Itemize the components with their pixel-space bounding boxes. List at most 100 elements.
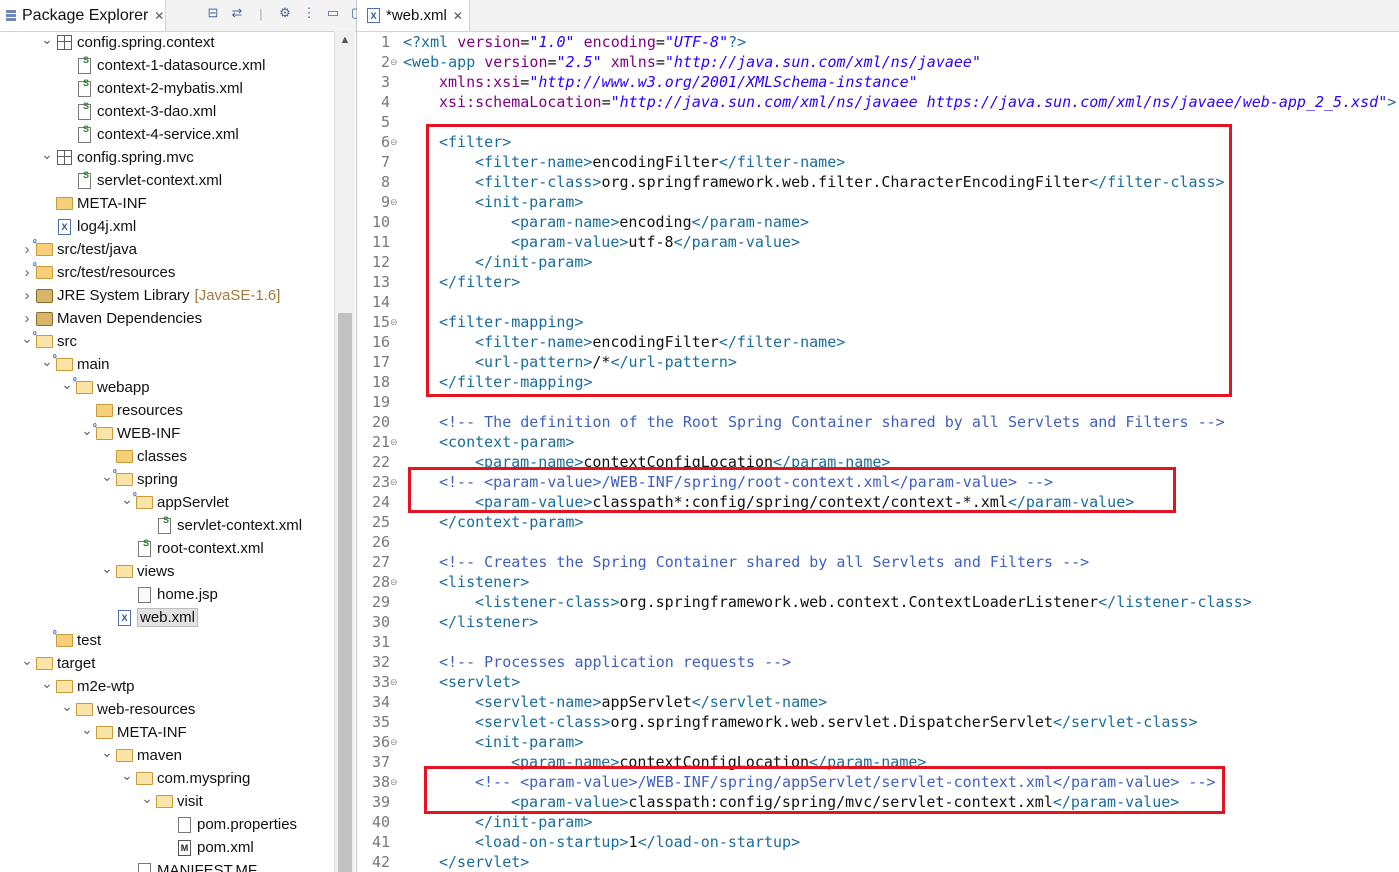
chevron-right-icon[interactable]: › — [20, 310, 34, 327]
tab-web-xml[interactable]: X *web.xml ✕ — [357, 0, 470, 31]
tree-item[interactable]: classes — [0, 445, 334, 468]
view-menu-icon[interactable]: ⋮ — [301, 5, 317, 21]
tree-item[interactable]: Sroot-context.xml — [0, 537, 334, 560]
tree-item[interactable]: ⁰ test — [0, 629, 334, 652]
close-icon[interactable]: ✕ — [453, 9, 463, 23]
code-line[interactable]: xmlns:xsi="http://www.w3.org/2001/XMLSch… — [439, 72, 918, 92]
fold-toggle-icon[interactable]: ⊖ — [390, 572, 399, 592]
code-line[interactable]: <load-on-startup>1</load-on-startup> — [475, 832, 800, 852]
code-line[interactable]: <?xml version="1.0" encoding="UTF-8"?> — [403, 32, 746, 52]
tree-item[interactable]: ⌄ com.myspring — [0, 767, 334, 790]
tree-item[interactable]: META-INF — [0, 192, 334, 215]
chevron-right-icon[interactable]: › — [20, 287, 34, 304]
code-line[interactable]: <listener-class>org.springframework.web.… — [475, 592, 1252, 612]
tree-item[interactable]: pom.properties — [0, 813, 334, 836]
fold-toggle-icon[interactable]: ⊖ — [390, 52, 399, 72]
link-with-editor-icon[interactable]: ⇄ — [229, 5, 245, 21]
code-line[interactable]: </servlet> — [439, 852, 529, 872]
code-line[interactable]: <servlet-class>org.springframework.web.s… — [475, 712, 1197, 732]
tree-item[interactable]: Sservlet-context.xml — [0, 514, 334, 537]
chevron-down-icon[interactable]: ⌄ — [120, 767, 134, 784]
line-number: 19 — [371, 393, 390, 411]
fold-toggle-icon[interactable]: ⊖ — [390, 192, 399, 212]
tree-item[interactable]: › Maven Dependencies — [0, 307, 334, 330]
tree-item[interactable]: ⌄ ⁰ WEB-INF — [0, 422, 334, 445]
scroll-thumb[interactable] — [338, 313, 352, 872]
code-line[interactable]: <servlet-name>appServlet</servlet-name> — [475, 692, 827, 712]
tree-item[interactable]: › ⁰ src/test/java — [0, 238, 334, 261]
code-line[interactable]: </listener> — [439, 612, 538, 632]
tree-item[interactable]: ⌄ visit — [0, 790, 334, 813]
scroll-up-icon[interactable]: ▲ — [335, 31, 355, 49]
tree-item[interactable]: ⌄ ⁰ webapp — [0, 376, 334, 399]
tree-item[interactable]: ⌄ ⁰ appServlet — [0, 491, 334, 514]
code-token: <servlet-name> — [475, 693, 602, 711]
code-line[interactable]: <init-param> — [475, 732, 583, 752]
chevron-down-icon[interactable]: ⌄ — [40, 146, 54, 163]
tree-item[interactable]: ⌄ web-resources — [0, 698, 334, 721]
tree-item[interactable]: Scontext-2-mybatis.xml — [0, 77, 334, 100]
chevron-down-icon[interactable]: ⌄ — [40, 353, 54, 370]
focus-icon[interactable]: ⚙ — [277, 5, 293, 21]
chevron-down-icon[interactable]: ⌄ — [100, 560, 114, 577]
fold-toggle-icon[interactable]: ⊖ — [390, 432, 399, 452]
fold-toggle-icon[interactable]: ⊖ — [390, 772, 399, 792]
code-line[interactable]: <servlet> — [439, 672, 520, 692]
tree-item[interactable]: Scontext-3-dao.xml — [0, 100, 334, 123]
tree-item[interactable]: Xlog4j.xml — [0, 215, 334, 238]
tree-item[interactable]: resources — [0, 399, 334, 422]
tree-item[interactable]: ⌄ ⁰ spring — [0, 468, 334, 491]
code-line[interactable]: <!-- Processes application requests --> — [439, 652, 791, 672]
tree-item[interactable]: home.jsp — [0, 583, 334, 606]
chevron-down-icon[interactable]: ⌄ — [120, 491, 134, 508]
fold-toggle-icon[interactable]: ⊖ — [390, 472, 399, 492]
fold-toggle-icon[interactable]: ⊖ — [390, 132, 399, 152]
chevron-right-icon[interactable]: › — [20, 241, 34, 258]
package-explorer-tab[interactable]: Package Explorer ✕ — [0, 0, 166, 31]
code-line[interactable]: </init-param> — [475, 812, 592, 832]
chevron-down-icon[interactable]: ⌄ — [60, 698, 74, 715]
code-line[interactable]: xsi:schemaLocation="http://java.sun.com/… — [439, 92, 1396, 112]
fold-toggle-icon[interactable]: ⊖ — [390, 732, 399, 752]
code-line[interactable]: <!-- Creates the Spring Container shared… — [439, 552, 1089, 572]
tree-item[interactable]: ⌄ META-INF — [0, 721, 334, 744]
tree-item[interactable]: Xweb.xml — [0, 606, 334, 629]
close-icon[interactable]: ✕ — [154, 9, 164, 23]
code-line[interactable]: <web-app version="2.5" xmlns="http://jav… — [403, 52, 981, 72]
chevron-down-icon[interactable]: ⌄ — [40, 31, 54, 48]
tree-item[interactable]: ⌄ target — [0, 652, 334, 675]
tree-item[interactable]: Mpom.xml — [0, 836, 334, 859]
tree-scrollbar[interactable]: ▲ — [334, 31, 355, 872]
tree-item[interactable]: Scontext-4-service.xml — [0, 123, 334, 146]
tree-item[interactable]: ⌄ config.spring.context — [0, 31, 334, 54]
fold-toggle-icon[interactable]: ⊖ — [390, 672, 399, 692]
chevron-down-icon[interactable]: ⌄ — [80, 422, 94, 439]
chevron-down-icon[interactable]: ⌄ — [80, 721, 94, 738]
tree-item[interactable]: ⌄ ⁰ main — [0, 353, 334, 376]
tree-item[interactable]: MANIFEST.MF — [0, 859, 334, 872]
chevron-down-icon[interactable]: ⌄ — [20, 330, 34, 347]
tree-item[interactable]: › ⁰ src/test/resources — [0, 261, 334, 284]
code-line[interactable]: <listener> — [439, 572, 529, 592]
tree-item[interactable]: ⌄ ⁰ src — [0, 330, 334, 353]
code-line[interactable]: <context-param> — [439, 432, 574, 452]
tree-item[interactable]: Sservlet-context.xml — [0, 169, 334, 192]
tree-item[interactable]: › JRE System Library [JavaSE-1.6] — [0, 284, 334, 307]
tree-item[interactable]: ⌄ config.spring.mvc — [0, 146, 334, 169]
fold-toggle-icon[interactable]: ⊖ — [390, 312, 399, 332]
code-line[interactable]: </context-param> — [439, 512, 584, 532]
chevron-down-icon[interactable]: ⌄ — [140, 790, 154, 807]
tree-item[interactable]: Scontext-1-datasource.xml — [0, 54, 334, 77]
minimize-icon[interactable]: ▭ — [325, 5, 341, 21]
tree-item[interactable]: ⌄ maven — [0, 744, 334, 767]
code-line[interactable]: <!-- The definition of the Root Spring C… — [439, 412, 1225, 432]
chevron-right-icon[interactable]: › — [20, 264, 34, 281]
collapse-all-icon[interactable]: ⊟ — [205, 5, 221, 21]
tree-item[interactable]: ⌄ views — [0, 560, 334, 583]
chevron-down-icon[interactable]: ⌄ — [40, 675, 54, 692]
chevron-down-icon[interactable]: ⌄ — [60, 376, 74, 393]
tree-item[interactable]: ⌄ m2e-wtp — [0, 675, 334, 698]
chevron-down-icon[interactable]: ⌄ — [100, 468, 114, 485]
chevron-down-icon[interactable]: ⌄ — [100, 744, 114, 761]
chevron-down-icon[interactable]: ⌄ — [20, 652, 34, 669]
